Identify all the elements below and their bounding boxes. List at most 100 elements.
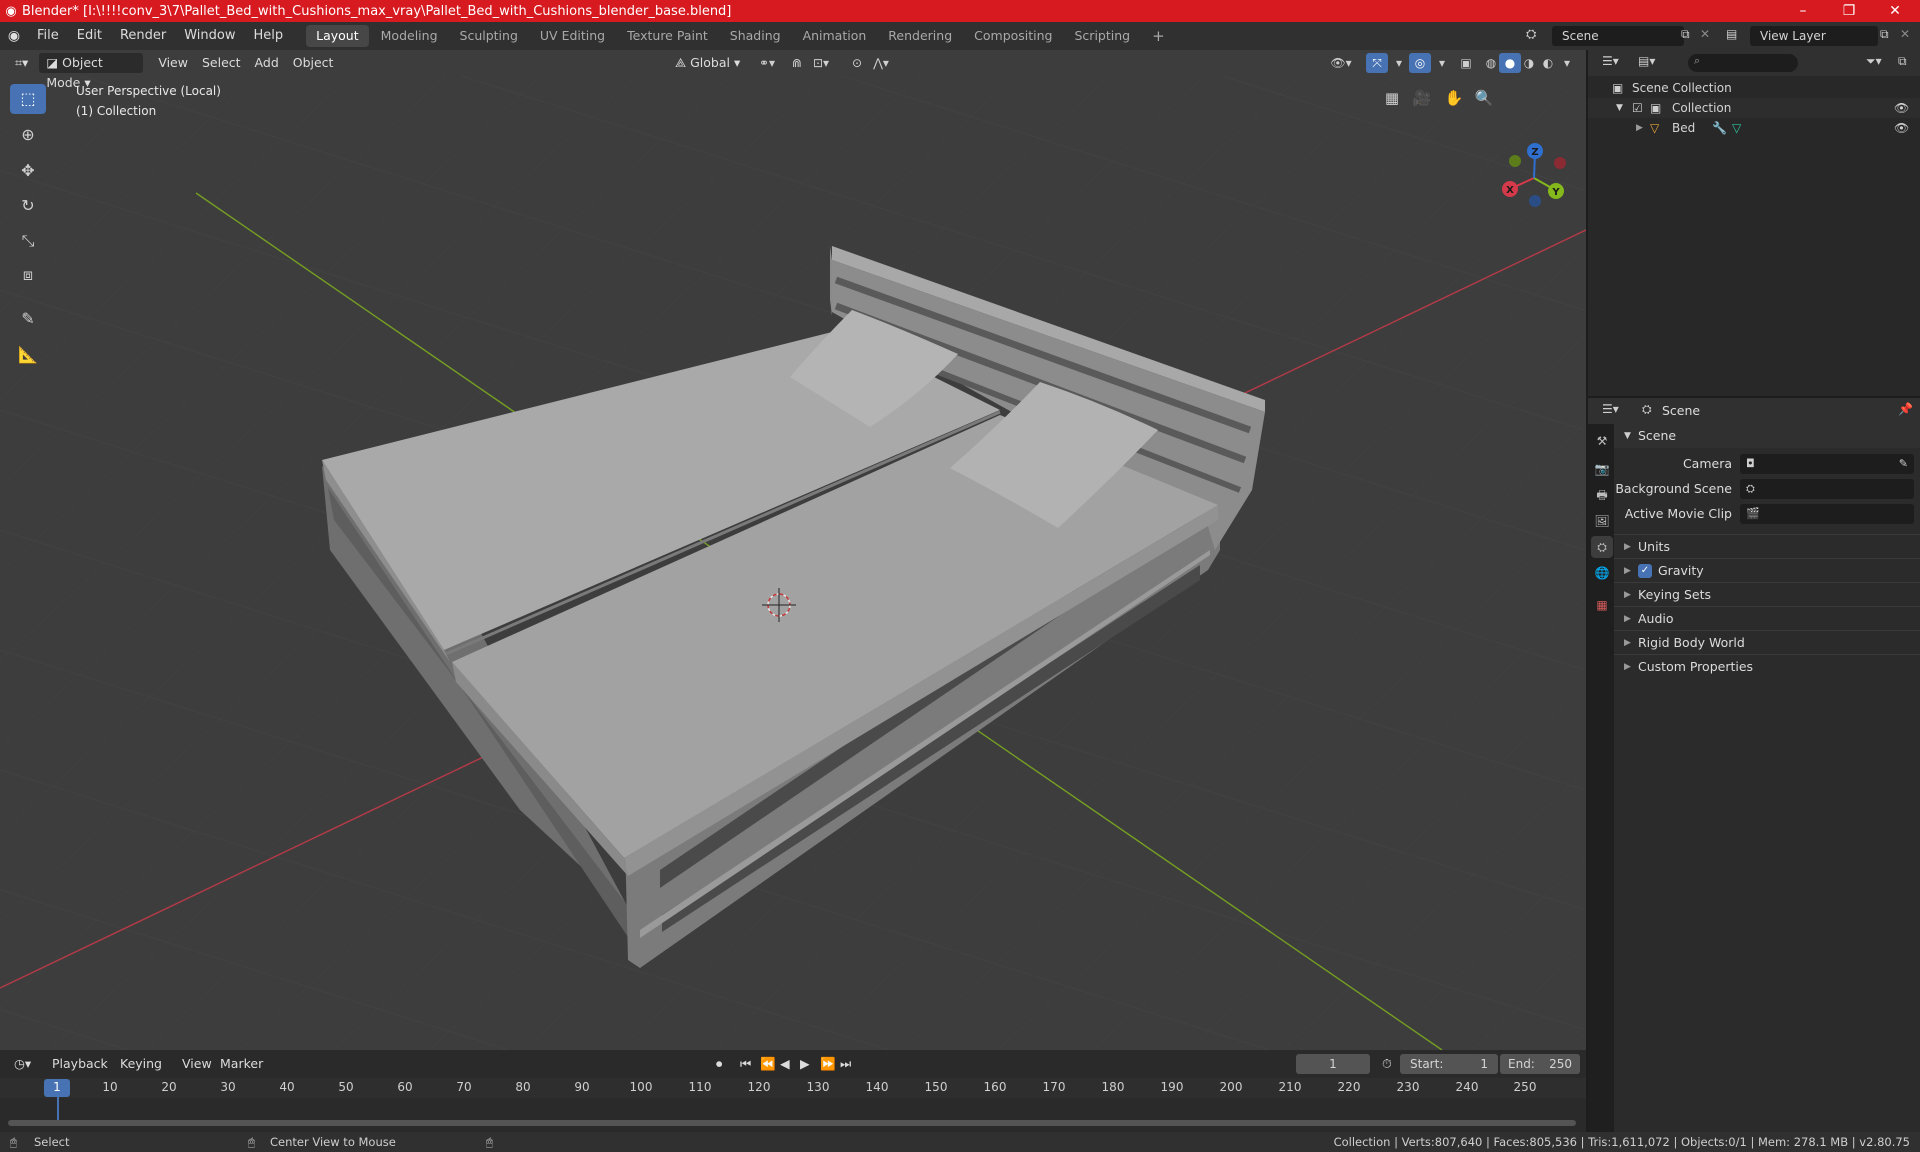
tab-scripting[interactable]: Scripting xyxy=(1065,25,1141,47)
add-workspace-button[interactable]: + xyxy=(1142,25,1175,47)
properties-editor-type-icon[interactable]: ☰▾ xyxy=(1602,402,1619,416)
rotate-tool[interactable]: ↻ xyxy=(10,191,46,221)
menu-edit[interactable]: Edit xyxy=(68,22,111,50)
menu-timeline-view[interactable]: View xyxy=(176,1054,218,1074)
pin-icon[interactable]: 📌 xyxy=(1898,402,1913,416)
outliner-row-collection[interactable]: ▼ ☑ ▣ Collection 👁 xyxy=(1588,98,1920,118)
view-layer-icon[interactable]: ▤ xyxy=(1726,27,1737,41)
collection-checkbox-icon[interactable]: ☑ xyxy=(1632,98,1643,118)
gravity-checkbox[interactable]: ✓ xyxy=(1638,564,1652,578)
view-layer-field[interactable]: View Layer xyxy=(1750,26,1878,46)
menu-add[interactable]: Add xyxy=(248,53,286,73)
measure-tool[interactable]: 📐 xyxy=(10,340,46,370)
menu-select[interactable]: Select xyxy=(195,53,248,73)
play-button[interactable]: ▶ xyxy=(794,1054,816,1074)
transform-tool[interactable]: ⧈ xyxy=(10,260,46,290)
current-frame-field[interactable]: 1 xyxy=(1296,1054,1370,1074)
texture-tab-icon[interactable]: ▦ xyxy=(1591,594,1613,616)
menu-playback[interactable]: Playback xyxy=(46,1054,114,1074)
custom-properties-section[interactable]: ▶ Custom Properties xyxy=(1614,654,1920,678)
move-tool[interactable]: ✥ xyxy=(10,156,46,186)
outliner-search-input[interactable]: ⌕ xyxy=(1688,54,1798,72)
scene-tab-icon[interactable]: ⛭ xyxy=(1591,536,1613,558)
expand-collection-icon[interactable]: ▼ xyxy=(1616,98,1623,118)
active-movie-clip-field[interactable]: 🎬 xyxy=(1740,504,1914,524)
minimize-button[interactable]: – xyxy=(1780,0,1826,22)
gravity-section[interactable]: ▶ ✓ Gravity xyxy=(1614,558,1920,582)
menu-keying[interactable]: Keying xyxy=(114,1054,168,1074)
menu-window[interactable]: Window xyxy=(175,22,244,50)
outliner-editor-type-icon[interactable]: ☰▾ xyxy=(1602,54,1619,68)
orientation-dropdown[interactable]: ⟁ Global ▾ xyxy=(668,53,747,73)
tab-modeling[interactable]: Modeling xyxy=(371,25,448,47)
scene-panel-header[interactable]: ▼ Scene xyxy=(1614,424,1920,448)
new-scene-icon[interactable]: ⧉ xyxy=(1681,27,1690,42)
tab-sculpting[interactable]: Sculpting xyxy=(450,25,528,47)
gizmo-dropdown-icon[interactable]: ▾ xyxy=(1388,53,1410,73)
pivot-icon[interactable]: ⚭▾ xyxy=(756,53,778,73)
world-tab-icon[interactable]: 🌐 xyxy=(1591,562,1613,584)
menu-object[interactable]: Object xyxy=(286,53,341,73)
modifier-icon[interactable]: 🔧 xyxy=(1712,118,1727,138)
rigid-body-world-section[interactable]: ▶ Rigid Body World xyxy=(1614,630,1920,654)
scene-field[interactable]: Scene xyxy=(1552,26,1684,46)
pan-view-icon[interactable]: ✋ xyxy=(1440,84,1468,112)
3d-viewport[interactable]: X Y Z ⌗▾ ◪ Object Mode ▾ View Select Add… xyxy=(0,50,1586,1050)
delete-view-layer-icon[interactable]: ✕ xyxy=(1900,27,1910,41)
render-tab-icon[interactable]: 📷 xyxy=(1591,458,1613,480)
camera-view-icon[interactable]: 🎥 xyxy=(1408,84,1436,112)
eyedropper-icon[interactable]: ✎ xyxy=(1899,454,1908,474)
audio-section[interactable]: ▶ Audio xyxy=(1614,606,1920,630)
delete-scene-icon[interactable]: ✕ xyxy=(1700,27,1710,41)
overlay-dropdown-icon[interactable]: ▾ xyxy=(1431,53,1453,73)
menu-render[interactable]: Render xyxy=(111,22,175,50)
zoom-view-icon[interactable]: 🔍 xyxy=(1470,84,1498,112)
end-frame-field[interactable]: End: 250 xyxy=(1500,1054,1580,1074)
overlay-toggle-icon[interactable]: ◎ xyxy=(1409,53,1431,73)
collection-visibility-icon[interactable]: 👁 xyxy=(1894,98,1909,118)
output-tab-icon[interactable]: 🖶 xyxy=(1591,484,1613,506)
annotate-tool[interactable]: ✎ xyxy=(10,304,46,334)
snap-icon[interactable]: ⋒ xyxy=(786,53,808,73)
menu-marker[interactable]: Marker xyxy=(214,1054,269,1074)
background-scene-field[interactable]: ⛭ xyxy=(1740,479,1914,499)
tab-animation[interactable]: Animation xyxy=(793,25,877,47)
expand-bed-icon[interactable]: ▶ xyxy=(1636,118,1643,138)
bed-visibility-icon[interactable]: 👁 xyxy=(1894,118,1909,138)
keying-sets-section[interactable]: ▶ Keying Sets xyxy=(1614,582,1920,606)
menu-file[interactable]: File xyxy=(28,22,68,50)
cursor-tool[interactable]: ⊕ xyxy=(10,120,46,150)
new-view-layer-icon[interactable]: ⧉ xyxy=(1880,27,1889,42)
mesh-data-icon[interactable]: ▽ xyxy=(1732,118,1741,138)
camera-field[interactable]: ◘ ✎ xyxy=(1740,454,1914,474)
menu-help[interactable]: Help xyxy=(245,22,293,50)
new-collection-icon[interactable]: ⧉ xyxy=(1898,54,1907,69)
tool-tab-icon[interactable]: ⚒ xyxy=(1591,430,1613,452)
tab-shading[interactable]: Shading xyxy=(720,25,791,47)
timeline-scrollbar[interactable] xyxy=(8,1120,1576,1126)
menu-view[interactable]: View xyxy=(151,53,195,73)
maximize-button[interactable]: ❐ xyxy=(1826,0,1872,22)
visibility-icon[interactable]: 👁▾ xyxy=(1330,53,1352,73)
outliner-row-scene-collection[interactable]: ▣ Scene Collection xyxy=(1588,78,1920,98)
snap-target-icon[interactable]: ⊡▾ xyxy=(810,53,832,73)
xray-icon[interactable]: ▣ xyxy=(1455,53,1477,73)
proportional-edit-icon[interactable]: ⊙ xyxy=(846,53,868,73)
tab-layout[interactable]: Layout xyxy=(306,25,369,47)
tab-uv-editing[interactable]: UV Editing xyxy=(530,25,615,47)
scene-selector-icon[interactable]: ⛭ xyxy=(1526,27,1536,42)
scale-tool[interactable]: ⤡ xyxy=(10,226,46,256)
outliner-row-bed[interactable]: ▶ ▽ Bed 🔧 ▽ 👁 xyxy=(1588,118,1920,138)
record-button[interactable]: ⏺ xyxy=(710,1054,728,1074)
timeline-editor-type-icon[interactable]: ◷▾ xyxy=(8,1054,37,1074)
start-frame-field[interactable]: Start: 1 xyxy=(1400,1054,1498,1074)
mode-dropdown[interactable]: ◪ Object Mode ▾ xyxy=(39,53,144,90)
shading-dropdown-icon[interactable]: ▾ xyxy=(1556,53,1578,73)
close-button[interactable]: ✕ xyxy=(1872,0,1918,22)
gizmo-toggle-icon[interactable]: ⤧ xyxy=(1366,53,1388,73)
jump-end-button[interactable]: ⏭ xyxy=(834,1054,857,1074)
view-layer-tab-icon[interactable]: 🖼 xyxy=(1591,510,1613,532)
tab-rendering[interactable]: Rendering xyxy=(878,25,962,47)
preview-range-icon[interactable]: ⏱ xyxy=(1376,1054,1398,1074)
display-mode-icon[interactable]: ▤▾ xyxy=(1638,54,1655,68)
